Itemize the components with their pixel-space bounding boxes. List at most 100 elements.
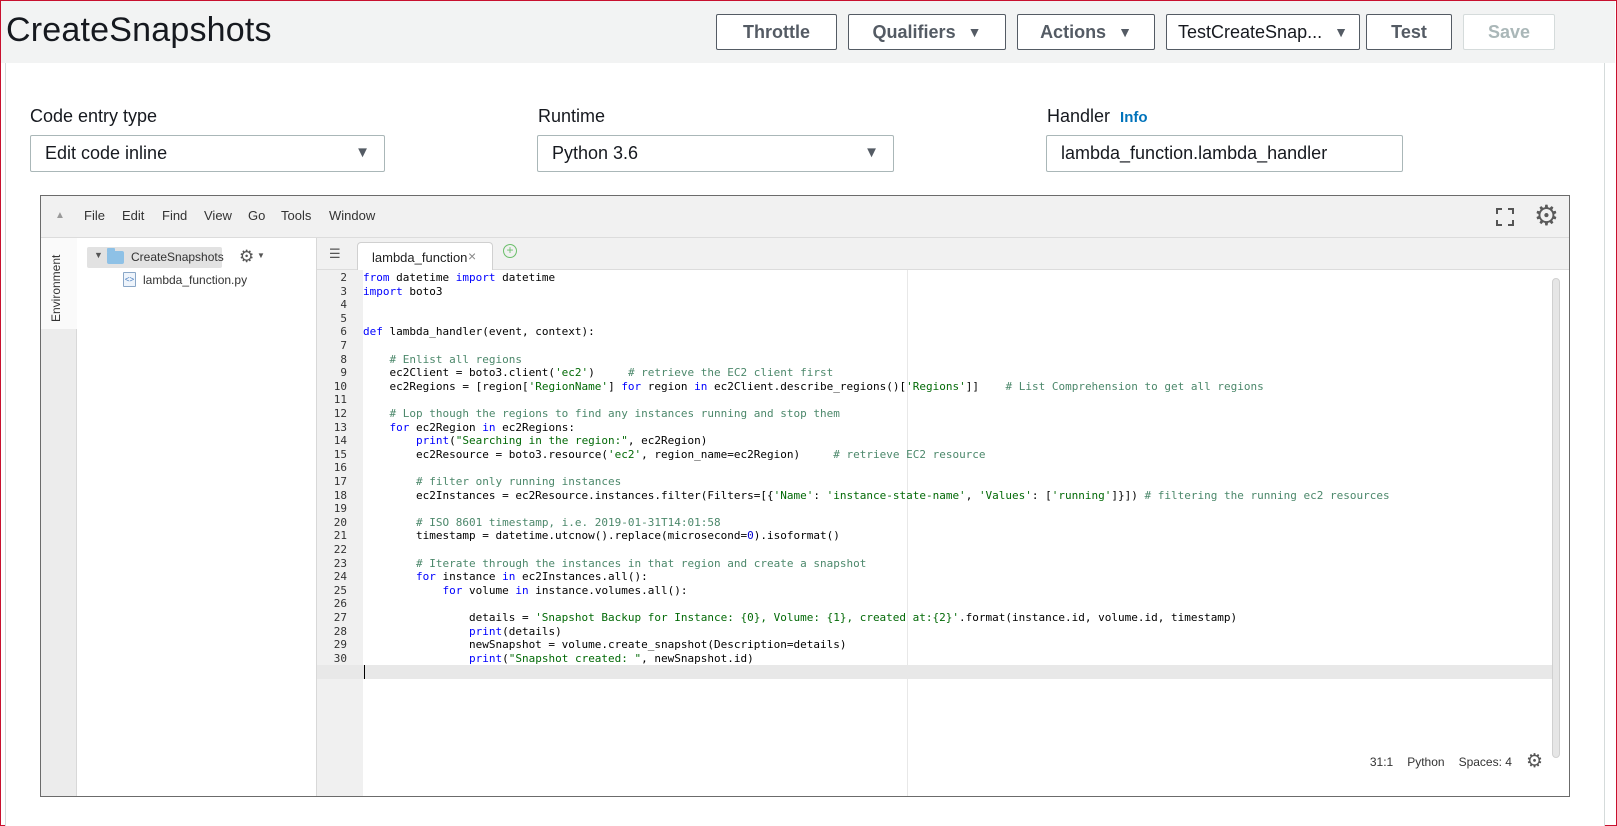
language-mode[interactable]: Python	[1407, 755, 1444, 769]
code-line: # Enlist all regions	[389, 352, 522, 366]
menu-window[interactable]: Window	[329, 208, 375, 223]
test-button[interactable]: Test	[1366, 14, 1452, 50]
line-number: 3	[340, 284, 347, 298]
save-button[interactable]: Save	[1463, 14, 1555, 50]
dropdown-caret-icon[interactable]: ▼	[257, 251, 265, 260]
line-number: 7	[340, 339, 347, 352]
menu-view[interactable]: View	[204, 208, 232, 223]
line-number: 10	[333, 379, 347, 393]
print-margin	[907, 270, 908, 796]
line-number: 2	[340, 271, 347, 284]
line-number: 12	[333, 407, 347, 420]
line-number: 19	[333, 502, 347, 516]
line-number: 5	[340, 311, 347, 325]
actions-label: Actions	[1040, 21, 1107, 42]
fullscreen-icon[interactable]	[1495, 207, 1515, 227]
code-area[interactable]: from datetime import datetime import boto…	[317, 270, 1553, 796]
line-number: 24	[333, 570, 347, 584]
code-line: ec2Client = boto3.client('ec2') # retrie…	[363, 366, 834, 380]
line-number: 25	[333, 583, 347, 597]
file-tree: ▼ CreateSnapshots ⚙ ▼ <> lambda_function…	[77, 238, 317, 796]
code-line: # filter only running instances	[415, 475, 622, 488]
dropdown-caret-icon: ▼	[355, 144, 370, 161]
line-number: 20	[333, 515, 347, 529]
menu-find[interactable]: Find	[162, 208, 187, 223]
code-line: import boto3	[363, 284, 443, 298]
line-number-gutter: 2 3 4 5 6 7 8 9 10 11 12 13 14 15 16 17 18 19 20 21 22 23 24 25…	[317, 270, 363, 796]
tree-file-item[interactable]: lambda_function.py	[143, 273, 247, 287]
handler-value: lambda_function.lambda_handler	[1061, 143, 1328, 163]
test-event-label: TestCreateSnap...	[1178, 21, 1323, 42]
runtime-value: Python 3.6	[552, 143, 639, 163]
code-line: print("Snapshot created: ", newSnapshot.…	[468, 651, 754, 665]
line-number: 28	[333, 624, 347, 638]
line-number: 30	[333, 651, 347, 665]
qualifiers-dropdown[interactable]: Qualifiers ▼	[848, 14, 1006, 50]
line-number: 18	[333, 488, 347, 502]
gear-icon[interactable]: ⚙	[1534, 202, 1559, 230]
line-number: 17	[333, 475, 347, 488]
line-number: 21	[333, 529, 347, 543]
page-title: CreateSnapshots	[6, 11, 272, 49]
line-number: 4	[340, 298, 347, 312]
test-label: Test	[1391, 21, 1427, 42]
line-number: 8	[340, 352, 347, 366]
editor-menubar: ▲ File Edit Find View Go Tools Window ⚙	[41, 196, 1569, 238]
indent-setting[interactable]: Spaces: 4	[1459, 755, 1512, 769]
save-label: Save	[1487, 21, 1531, 42]
code-line: for instance in ec2Instances.all():	[415, 570, 648, 584]
tab-label: lambda_function	[372, 250, 467, 265]
line-number: 23	[333, 556, 347, 570]
code-entry-type-select[interactable]: Edit code inline ▼	[30, 135, 385, 172]
close-icon[interactable]: ×	[468, 248, 476, 264]
line-number: 13	[333, 420, 347, 434]
code-line: timestamp = datetime.utcnow().replace(mi…	[363, 529, 840, 543]
text-cursor	[364, 665, 365, 680]
throttle-button[interactable]: Throttle	[716, 14, 837, 50]
line-number: 14	[333, 434, 347, 448]
editor-statusbar: 31:1 Python Spaces: 4 ⚙	[1370, 750, 1543, 773]
code-line: print("Searching in the region:", ec2Reg…	[415, 434, 708, 448]
test-event-select[interactable]: TestCreateSnap... ▼	[1166, 14, 1360, 50]
triangle-collapse-icon[interactable]: ▲	[55, 210, 65, 221]
line-number: 27	[333, 611, 347, 624]
code-line: def lambda_handler(event, context):	[363, 325, 595, 339]
line-number: 16	[333, 461, 347, 475]
add-tab-icon[interactable]: +	[503, 244, 517, 258]
gear-icon[interactable]: ⚙	[1526, 750, 1543, 773]
tab-lambda-function[interactable]: lambda_function ×	[357, 242, 493, 271]
cursor-position: 31:1	[1369, 754, 1394, 769]
environment-sidebar-tab[interactable]: Environment	[41, 238, 77, 796]
dropdown-caret-icon: ▼	[1118, 24, 1132, 40]
menu-tools[interactable]: Tools	[281, 208, 311, 223]
menu-go[interactable]: Go	[248, 208, 265, 223]
dropdown-caret-icon: ▼	[864, 144, 879, 161]
code-line: for volume in instance.volumes.all():	[442, 583, 688, 597]
menu-file[interactable]: File	[84, 208, 105, 223]
code-line: ec2Resource = boto3.resource('ec2', regi…	[363, 447, 986, 461]
function-header: CreateSnapshots Throttle Qualifiers ▼ Ac…	[1, 1, 1615, 63]
handler-input[interactable]: lambda_function.lambda_handler	[1046, 135, 1403, 172]
tree-expand-icon[interactable]: ▼	[94, 250, 103, 260]
line-number: 22	[333, 543, 347, 556]
code-line: ec2Instances = ec2Resource.instances.fil…	[363, 488, 1390, 502]
vertical-scrollbar[interactable]	[1552, 278, 1560, 758]
code-line: from datetime import datetime	[363, 271, 556, 284]
code-line: details = 'Snapshot Backup for Instance:…	[363, 611, 1238, 624]
tree-root-label[interactable]: CreateSnapshots	[131, 250, 224, 264]
code-line: # Lop though the regions to find any ins…	[389, 407, 840, 420]
menu-edit[interactable]: Edit	[122, 208, 144, 223]
code-line: # ISO 8601 timestamp, i.e. 2019-01-31T14…	[415, 515, 721, 529]
actions-dropdown[interactable]: Actions ▼	[1017, 14, 1155, 50]
handler-label: Handler	[1047, 106, 1111, 126]
qualifiers-label: Qualifiers	[872, 21, 956, 42]
code-entry-type-value: Edit code inline	[45, 143, 168, 163]
gear-icon[interactable]: ⚙	[239, 247, 254, 267]
tab-list-icon[interactable]: ☰	[329, 246, 341, 262]
runtime-select[interactable]: Python 3.6 ▼	[537, 135, 894, 172]
handler-info-link[interactable]: Info	[1120, 109, 1148, 126]
line-number: 6	[340, 325, 347, 339]
folder-icon	[107, 248, 124, 264]
dropdown-caret-icon: ▼	[967, 24, 982, 40]
code-line: ec2Regions = [region['RegionName'] for r…	[363, 379, 1264, 393]
